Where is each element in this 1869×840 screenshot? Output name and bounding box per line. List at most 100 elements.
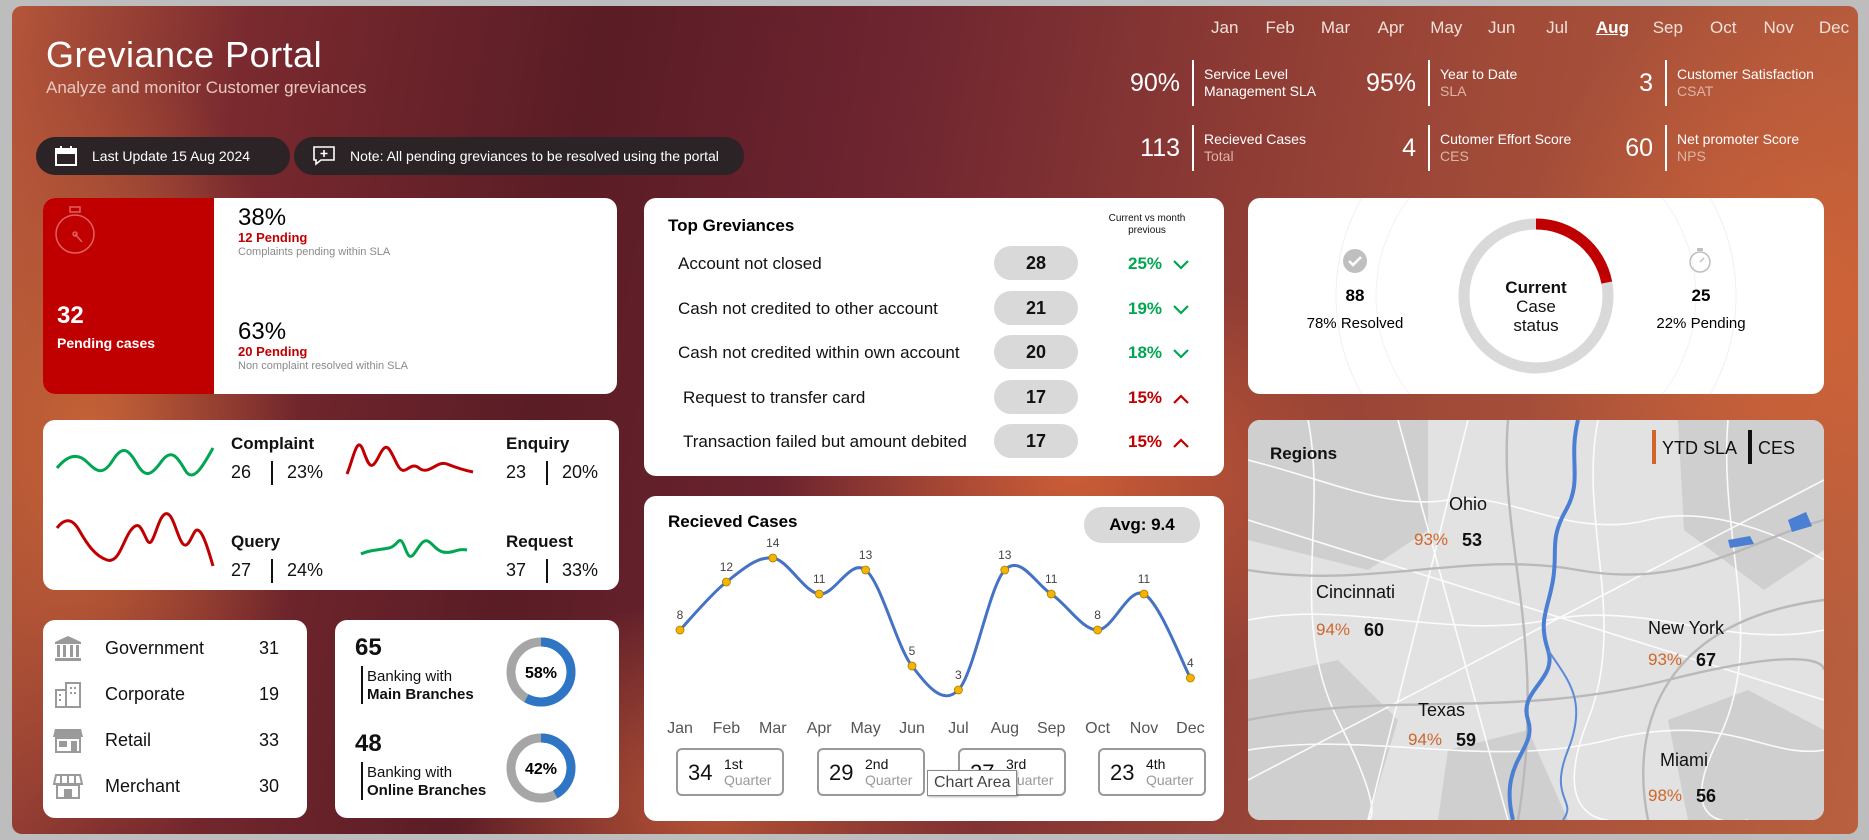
kpi-value: 60	[1625, 133, 1653, 162]
quarter-word: Quarter	[724, 772, 772, 788]
grievance-label: Account not closed	[678, 254, 822, 273]
region-name[interactable]: Cincinnati	[1316, 582, 1395, 603]
region-name[interactable]: Ohio	[1449, 494, 1487, 515]
page-title: Greviance Portal	[46, 34, 323, 75]
building-icon	[53, 680, 83, 713]
data-point	[675, 625, 685, 635]
month-oct[interactable]: Oct	[1696, 18, 1751, 38]
data-label: 13	[859, 548, 873, 562]
complaints-pending-pct: 38%	[238, 204, 287, 231]
kpi-divider	[1665, 60, 1667, 106]
chevron-down-icon	[1172, 345, 1190, 365]
branch-count: 48	[355, 730, 382, 757]
quarter-box[interactable]: 23 4th Quarter	[1098, 748, 1206, 796]
grievance-row[interactable]: Cash not credited to other account 21 19%	[644, 287, 1224, 331]
month-mar[interactable]: Mar	[1308, 18, 1363, 38]
category-label: Government	[105, 638, 205, 658]
kpi-title: Net promoter Score	[1677, 131, 1800, 147]
request-sparkline	[360, 538, 468, 558]
kpi-text: Year to Date SLA	[1440, 66, 1517, 100]
month-aug[interactable]: Aug	[1585, 18, 1640, 38]
kpi-text: Net promoter Score NPS	[1677, 131, 1799, 165]
grievance-change-pct: 19%	[1128, 298, 1163, 318]
quarter-label: 2nd Quarter	[865, 756, 912, 788]
comparison-header: Current vs month previous	[1108, 213, 1186, 236]
type-count: 27	[231, 560, 252, 580]
resolved-label: 78% Resolved	[1306, 315, 1404, 332]
category-retail[interactable]: Retail 33	[53, 726, 283, 756]
type-query-label: Query	[231, 532, 281, 551]
grievance-count: 21	[994, 290, 1078, 325]
category-count: 19	[259, 684, 280, 704]
type-divider	[546, 559, 548, 583]
check-circle-icon	[1343, 249, 1367, 273]
dashboard-frame: Greviance Portal Analyze and monitor Cus…	[12, 6, 1858, 834]
data-label: 4	[1187, 656, 1194, 670]
month-may[interactable]: May	[1419, 18, 1474, 38]
grievance-label: Cash not credited to other account	[678, 298, 938, 318]
region-name[interactable]: Miami	[1660, 750, 1708, 771]
month-jul[interactable]: Jul	[1529, 18, 1584, 38]
chart-area-tooltip: Chart Area	[927, 770, 1018, 796]
enquiry-sparkline	[345, 443, 474, 475]
x-tick-label: Jul	[948, 720, 968, 737]
regions-map-card: Regions YTD SLA CES Ohio 93% 53 Cincinnati 94…	[1248, 420, 1824, 820]
type-percent: 23%	[287, 462, 324, 482]
category-government[interactable]: Government 31	[53, 634, 283, 664]
legend-label: YTD SLA	[1662, 438, 1738, 458]
region-name[interactable]: Texas	[1418, 700, 1465, 721]
x-tick-label: Nov	[1130, 720, 1158, 737]
top-grievances-title: Top Greviances	[668, 216, 795, 235]
region-sla: 98%	[1648, 786, 1683, 805]
region-sla: 94%	[1316, 620, 1351, 639]
grievance-row[interactable]: Account not closed 28 25%	[644, 242, 1224, 286]
quarter-box[interactable]: 34 1st Quarter	[676, 748, 784, 796]
data-point	[814, 589, 824, 599]
noncomplaint-desc: Non complaint resolved within SLA	[238, 360, 408, 372]
top-grievances-card: Top Greviances Current vs month previous…	[644, 198, 1224, 476]
grievance-row[interactable]: Transaction failed but amount debited 17 1…	[644, 420, 1224, 464]
category-label: Retail	[105, 730, 152, 750]
chevron-up-icon	[1172, 434, 1190, 454]
legend-label: CES	[1758, 438, 1796, 458]
data-label: 12	[720, 560, 734, 574]
month-jun[interactable]: Jun	[1474, 18, 1529, 38]
category-merchant[interactable]: Merchant 30	[52, 772, 283, 802]
quarter-label: 1st Quarter	[724, 756, 771, 788]
quarter-box[interactable]: 29 2nd Quarter	[817, 748, 925, 796]
note-text: Note: All pending greviances to be resol…	[350, 148, 719, 164]
data-label: 8	[1094, 608, 1101, 622]
grievance-change-pct: 18%	[1128, 343, 1163, 362]
region-ces: 67	[1696, 650, 1717, 670]
grievance-row[interactable]: Cash not credited within own account 20 18…	[644, 331, 1224, 375]
data-label: 5	[909, 644, 916, 658]
month-sep[interactable]: Sep	[1640, 18, 1695, 38]
kpi-text: Service Level Management SLA	[1204, 66, 1316, 100]
grievance-label: Request to transfer card	[683, 387, 866, 407]
kpi-item: 60 Net promoter Score NPS	[1595, 125, 1799, 171]
month-dec[interactable]: Dec	[1806, 18, 1858, 38]
data-label: 14	[766, 536, 780, 550]
stopwatch-icon	[1689, 248, 1711, 273]
month-selector: Jan Feb Mar Apr May Jun Jul Aug Sep Oct Nov Dec	[1197, 18, 1858, 38]
branch-donut: 58%	[506, 637, 576, 707]
quarter-label: 4th Quarter	[1146, 756, 1193, 788]
quarter-ordinal: 2nd	[865, 756, 889, 772]
branch-count: 65	[355, 634, 382, 661]
last-update-text: Last Update 15 Aug 2024	[92, 148, 251, 164]
case-status-center-label: Current Case status	[1486, 278, 1586, 335]
data-label: 11	[1045, 572, 1058, 586]
noncomplaint-count: 20 Pending	[238, 344, 308, 359]
month-apr[interactable]: Apr	[1363, 18, 1418, 38]
month-jan[interactable]: Jan	[1197, 18, 1252, 38]
kpi-subtitle: CES	[1440, 148, 1469, 164]
category-corporate[interactable]: Corporate 19	[53, 680, 283, 710]
donut-percent: 42%	[525, 761, 557, 778]
region-name[interactable]: New York	[1648, 618, 1724, 639]
grievance-row[interactable]: Request to transfer card 17 15%	[644, 376, 1224, 420]
last-update-pill: Last Update 15 Aug 2024	[36, 137, 290, 175]
region-ces: 60	[1364, 620, 1385, 640]
month-feb[interactable]: Feb	[1252, 18, 1307, 38]
stopwatch-icon	[55, 206, 95, 254]
month-nov[interactable]: Nov	[1751, 18, 1806, 38]
